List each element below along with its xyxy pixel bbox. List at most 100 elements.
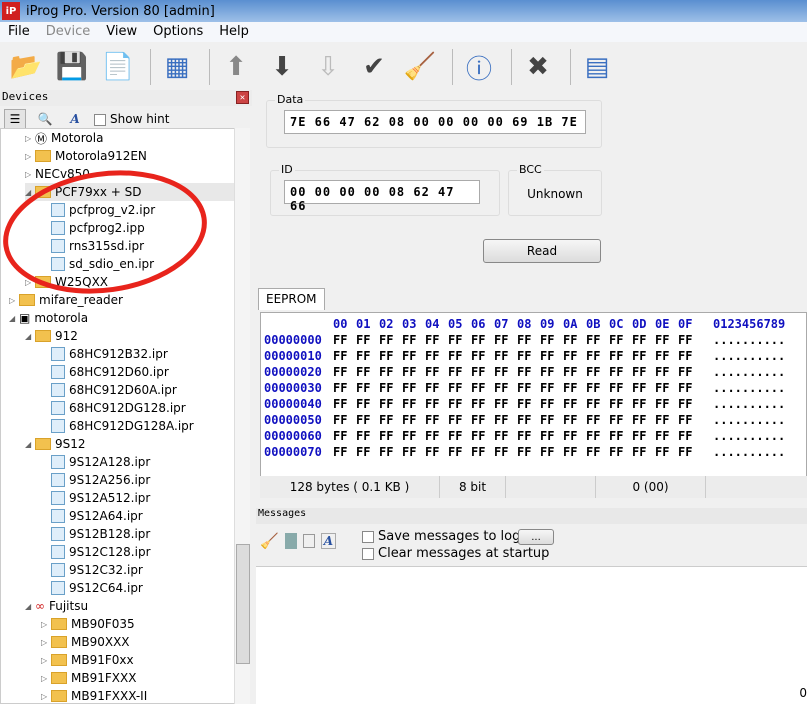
id-field[interactable]: 00 00 00 00 08 62 47 66	[284, 180, 480, 213]
hex-byte[interactable]: FF	[379, 429, 402, 445]
clear-startup-checkbox[interactable]	[362, 547, 374, 560]
hex-byte[interactable]: FF	[678, 397, 701, 413]
hex-byte[interactable]: FF	[586, 349, 609, 365]
close-x-icon[interactable]: ✖	[518, 47, 558, 87]
read-button[interactable]: Read	[483, 239, 601, 263]
hex-byte[interactable]: FF	[333, 333, 356, 349]
save-disk-icon[interactable]: 💾	[52, 47, 92, 87]
hex-byte[interactable]: FF	[471, 365, 494, 381]
hex-byte[interactable]: FF	[448, 445, 471, 461]
search-icon[interactable]: 🔍	[34, 109, 56, 129]
hex-row[interactable]: 00000010 FF FF FF FF FF FF FF FF FF FF FF FF FF FF FF FF…	[261, 349, 785, 365]
tree-node[interactable]: ▷ Ⓜ Motorola	[25, 129, 103, 147]
hex-byte[interactable]: FF	[609, 381, 632, 397]
tree-node[interactable]: ▷ MB90XXX	[41, 633, 130, 651]
hex-byte[interactable]: FF	[356, 397, 379, 413]
data-field[interactable]: 7E 66 47 62 08 00 00 00 00 69 1B 7E	[284, 110, 586, 134]
hex-byte[interactable]: FF	[379, 365, 402, 381]
hex-byte[interactable]: FF	[563, 397, 586, 413]
verify-check-icon[interactable]: ✔	[354, 47, 394, 87]
hex-byte[interactable]: FF	[356, 365, 379, 381]
hex-byte[interactable]: FF	[471, 381, 494, 397]
collapsed-icon[interactable]: ▷	[41, 638, 51, 647]
hex-byte[interactable]: FF	[333, 397, 356, 413]
hex-byte[interactable]: FF	[471, 429, 494, 445]
expanded-icon[interactable]: ◢	[25, 440, 35, 449]
hex-byte[interactable]: FF	[448, 397, 471, 413]
tree-node[interactable]: 9S12A512.ipr	[41, 489, 150, 507]
hex-byte[interactable]: FF	[678, 413, 701, 429]
tree-node[interactable]: 9S12A256.ipr	[41, 471, 150, 489]
hex-byte[interactable]: FF	[517, 381, 540, 397]
hex-byte[interactable]: FF	[632, 333, 655, 349]
show-hint-checkbox[interactable]: Show hint	[94, 112, 169, 126]
hex-byte[interactable]: FF	[632, 397, 655, 413]
expanded-icon[interactable]: ◢	[25, 602, 35, 611]
hex-row[interactable]: 00000050 FF FF FF FF FF FF FF FF FF FF FF FF FF FF FF FF…	[261, 413, 785, 429]
tree-node[interactable]: 68HC912DG128A.ipr	[41, 417, 194, 435]
hex-byte[interactable]: FF	[563, 333, 586, 349]
hex-byte[interactable]: FF	[609, 397, 632, 413]
hex-byte[interactable]: FF	[471, 445, 494, 461]
hex-byte[interactable]: FF	[356, 381, 379, 397]
tree-node[interactable]: ◢ ∞ Fujitsu	[25, 597, 88, 615]
hex-byte[interactable]: FF	[609, 445, 632, 461]
hex-byte[interactable]: FF	[586, 333, 609, 349]
hex-byte[interactable]: FF	[402, 381, 425, 397]
tree-node[interactable]: 68HC912DG128.ipr	[41, 399, 186, 417]
hex-byte[interactable]: FF	[540, 429, 563, 445]
collapsed-icon[interactable]: ▷	[41, 692, 51, 701]
download-disabled-icon[interactable]: ⇩	[308, 47, 348, 87]
tree-node[interactable]: 9S12B128.ipr	[41, 525, 150, 543]
tree-node[interactable]: 9S12C64.ipr	[41, 579, 143, 597]
hex-byte[interactable]: FF	[494, 413, 517, 429]
hex-byte[interactable]: FF	[655, 397, 678, 413]
hex-byte[interactable]: FF	[448, 333, 471, 349]
hex-byte[interactable]: FF	[540, 333, 563, 349]
tree-node[interactable]: ◢ ▣ motorola	[9, 309, 88, 327]
hex-byte[interactable]: FF	[678, 445, 701, 461]
tree-node[interactable]: ▷ MB91FXXX-II	[41, 687, 147, 703]
hex-byte[interactable]: FF	[609, 429, 632, 445]
hex-byte[interactable]: FF	[655, 349, 678, 365]
tree-node[interactable]: ◢ 9S12	[25, 435, 86, 453]
hex-byte[interactable]: FF	[586, 397, 609, 413]
hex-byte[interactable]: FF	[678, 429, 701, 445]
hex-byte[interactable]: FF	[379, 445, 402, 461]
hex-byte[interactable]: FF	[563, 365, 586, 381]
hex-byte[interactable]: FF	[540, 381, 563, 397]
new-file-icon[interactable]: 📄	[98, 47, 138, 87]
close-panel-button[interactable]: ✕	[236, 91, 249, 104]
download-arrow-icon[interactable]: ⬇	[262, 47, 302, 87]
save-log-option[interactable]: Save messages to log fi	[362, 529, 533, 544]
hex-byte[interactable]: FF	[494, 397, 517, 413]
tree-node[interactable]: ▷ MB90F035	[41, 615, 135, 633]
hex-byte[interactable]: FF	[655, 445, 678, 461]
font-icon[interactable]: A	[64, 109, 86, 129]
tree-node[interactable]: ▷ MB91F0xx	[41, 651, 134, 669]
hex-byte[interactable]: FF	[632, 349, 655, 365]
hex-byte[interactable]: FF	[356, 349, 379, 365]
hex-byte[interactable]: FF	[379, 333, 402, 349]
info-icon[interactable]: ⓘ	[459, 47, 499, 87]
hex-editor[interactable]: 00 01 02 03 04 05 06 07 08 09 0A 0B 0C 0D 0E 0F 01234567…	[260, 312, 807, 498]
hex-byte[interactable]: FF	[678, 365, 701, 381]
hex-byte[interactable]: FF	[540, 397, 563, 413]
hex-byte[interactable]: FF	[448, 413, 471, 429]
tab-eeprom[interactable]: EEPROM	[258, 288, 325, 310]
hex-byte[interactable]: FF	[448, 349, 471, 365]
hex-byte[interactable]: FF	[563, 429, 586, 445]
collapsed-icon[interactable]: ▷	[41, 674, 51, 683]
hex-byte[interactable]: FF	[586, 365, 609, 381]
menu-device[interactable]: Device	[38, 22, 98, 42]
hex-byte[interactable]: FF	[563, 413, 586, 429]
hex-byte[interactable]: FF	[494, 333, 517, 349]
hex-byte[interactable]: FF	[333, 349, 356, 365]
hex-byte[interactable]: FF	[333, 429, 356, 445]
menu-help[interactable]: Help	[211, 22, 257, 42]
hex-byte[interactable]: FF	[425, 381, 448, 397]
tree-view-icon[interactable]: ☰	[4, 109, 26, 129]
collapsed-icon[interactable]: ▷	[41, 656, 51, 665]
hex-byte[interactable]: FF	[494, 445, 517, 461]
hex-byte[interactable]: FF	[540, 413, 563, 429]
